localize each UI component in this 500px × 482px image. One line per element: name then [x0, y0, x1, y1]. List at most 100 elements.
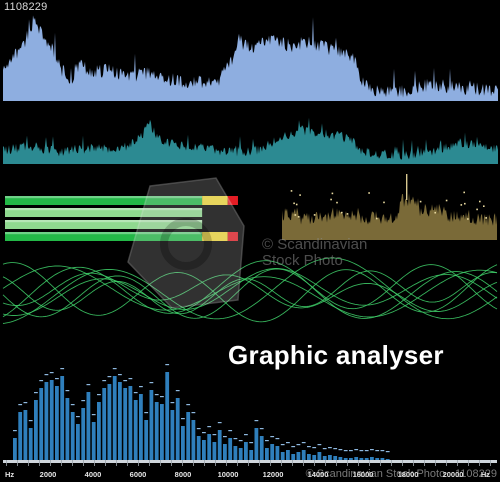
axis-minor-tick — [369, 460, 370, 466]
histogram-peak-dot — [479, 200, 481, 203]
eq-peak-32 — [175, 390, 180, 392]
axis-minor-tick — [17, 460, 18, 466]
equalizer-bars — [13, 364, 390, 460]
axis-minor-tick — [259, 460, 260, 466]
eq-peak-50 — [270, 436, 275, 438]
axis-minor-tick — [116, 460, 117, 466]
eq-peak-9 — [55, 378, 59, 380]
eq-bar-69 — [370, 457, 374, 460]
eq-bar-31 — [170, 410, 175, 460]
sine-waves — [2, 257, 498, 324]
axis-minor-tick — [237, 460, 238, 466]
eq-peak-34 — [186, 404, 191, 406]
eq-peak-2 — [18, 404, 23, 406]
eq-bar-67 — [359, 458, 364, 460]
eq-bar-63 — [338, 457, 343, 460]
eq-peak-10 — [60, 368, 65, 370]
eq-peak-60 — [322, 448, 327, 450]
eq-peak-30 — [165, 364, 170, 366]
eq-bar-20 — [112, 376, 117, 460]
sine-wave-5 — [2, 265, 498, 318]
eq-bar-55 — [296, 452, 301, 460]
axis-minor-tick — [6, 460, 7, 466]
eq-peak-54 — [291, 446, 296, 448]
axis-minor-tick — [336, 460, 337, 466]
axis-minor-tick — [457, 460, 458, 466]
eq-bar-50 — [270, 444, 275, 460]
eq-peak-13 — [76, 416, 80, 418]
axis-minor-tick — [402, 460, 403, 466]
analyser-graphics: Hz 2000 4000 6000 8000 10000 12000 14000 16000 18… — [2, 15, 498, 479]
eq-peak-40 — [217, 422, 222, 424]
axis-minor-tick — [479, 460, 480, 466]
eq-peak-72 — [385, 451, 390, 453]
histogram-peak-dot — [434, 211, 436, 214]
watermark-line1: © Scandinavian — [262, 236, 368, 253]
eq-bar-47 — [254, 428, 259, 460]
eq-peak-29 — [160, 396, 164, 398]
histogram-peak-dot — [476, 208, 478, 211]
eq-peak-12 — [70, 404, 75, 406]
histogram-peak-dot — [375, 217, 378, 220]
eq-bar-29 — [160, 404, 164, 460]
histogram-fill — [282, 193, 497, 240]
eq-peak-56 — [301, 442, 306, 444]
eq-bar-38 — [207, 434, 212, 460]
eq-peak-24 — [133, 392, 138, 394]
eq-bar-49 — [265, 448, 269, 460]
eq-peak-20 — [112, 368, 117, 370]
axis-minor-tick — [61, 460, 62, 466]
eq-bar-65 — [349, 458, 353, 460]
eq-peak-17 — [97, 394, 101, 396]
eq-peak-31 — [170, 402, 175, 404]
axis-minor-tick — [325, 460, 326, 466]
eq-peak-7 — [44, 374, 49, 376]
histogram-peak-dot — [331, 192, 334, 195]
axis-tick-label: 4000 — [85, 470, 102, 479]
eq-bar-60 — [322, 456, 327, 460]
histogram-peak-dot — [485, 217, 487, 219]
histogram-peak-dot — [341, 211, 343, 214]
axis-minor-tick — [391, 460, 392, 466]
eq-bar-58 — [312, 455, 317, 460]
eq-peak-52 — [280, 444, 285, 446]
histogram-peak-dot — [463, 191, 465, 194]
eq-peak-14 — [81, 400, 86, 402]
eq-peak-47 — [254, 420, 259, 422]
eq-peak-44 — [238, 440, 243, 442]
eq-bar-41 — [223, 444, 227, 460]
eq-peak-38 — [207, 426, 212, 428]
axis-minor-tick — [193, 460, 194, 466]
axis-minor-tick — [28, 460, 29, 466]
eq-peak-45 — [244, 434, 248, 436]
eq-bar-54 — [291, 454, 296, 460]
eq-peak-69 — [370, 449, 374, 451]
axis-minor-tick — [72, 460, 73, 466]
axis-minor-tick — [424, 460, 425, 466]
axis-line — [3, 460, 497, 463]
axis-minor-tick — [347, 460, 348, 466]
eq-peak-28 — [154, 394, 159, 396]
axis-minor-tick — [303, 460, 304, 466]
eq-peak-51 — [275, 438, 280, 440]
eq-peak-21 — [118, 374, 122, 376]
axis-minor-tick — [490, 460, 491, 466]
eq-bar-9 — [55, 386, 59, 460]
eq-bar-66 — [354, 457, 359, 460]
eq-bar-24 — [133, 400, 138, 460]
histogram-peak-dot — [294, 214, 297, 216]
axis-minor-tick — [468, 460, 469, 466]
sine-wave-1 — [2, 264, 498, 319]
eq-peak-26 — [144, 412, 149, 414]
histogram-peak-dot — [445, 199, 448, 202]
histogram-peak-dot — [336, 201, 338, 204]
eq-bar-35 — [191, 420, 196, 460]
eq-peak-71 — [380, 450, 385, 452]
eq-peak-23 — [128, 378, 133, 380]
watermark-bottom: © Scandinavian Stock Photo · 1108229 — [305, 468, 497, 480]
eq-bar-71 — [380, 458, 385, 460]
histogram-peak-dot — [295, 203, 298, 206]
eq-peak-19 — [107, 376, 112, 378]
axis-minor-tick — [270, 460, 271, 466]
sine-wave-6 — [2, 262, 498, 323]
